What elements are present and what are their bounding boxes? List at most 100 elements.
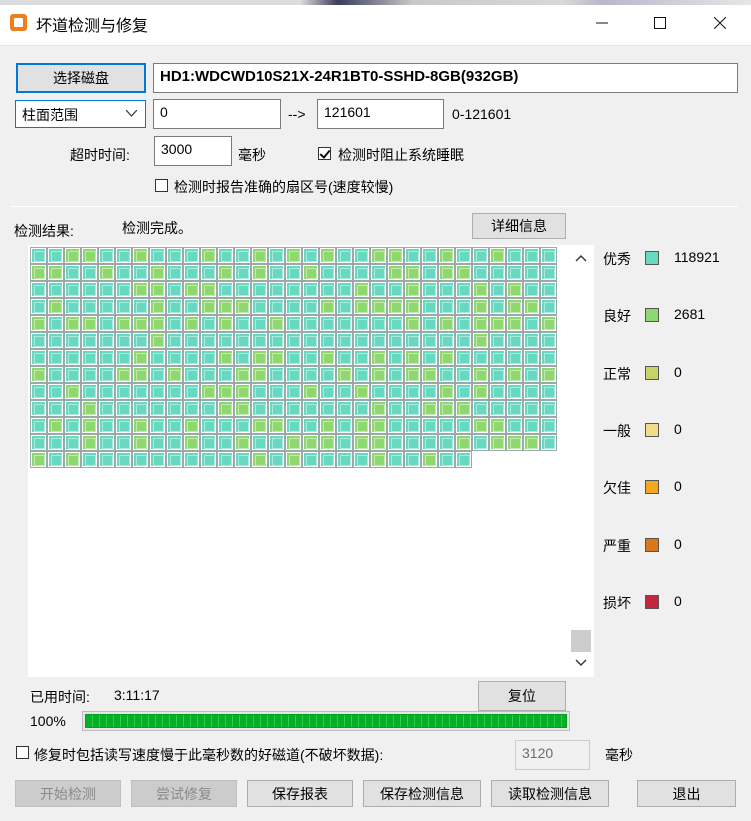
cylinder-block: [47, 264, 64, 281]
cylinder-block: [404, 298, 421, 315]
cylinder-block: [132, 417, 149, 434]
cylinder-block: [472, 417, 489, 434]
cylinder-block: [455, 400, 472, 417]
cylinder-block: [421, 383, 438, 400]
scroll-up-icon[interactable]: [575, 254, 587, 262]
cylinder-block: [183, 417, 200, 434]
cylinder-block: [81, 434, 98, 451]
scrollbar-thumb[interactable]: [571, 630, 591, 652]
cylinder-block: [302, 417, 319, 434]
cylinder-block: [81, 247, 98, 264]
prevent-sleep-checkbox[interactable]: [318, 147, 331, 160]
cylinder-block: [183, 349, 200, 366]
cylinder-block: [336, 349, 353, 366]
cylinder-block: [421, 400, 438, 417]
include-slow-checkbox[interactable]: [16, 746, 29, 759]
cylinder-block: [115, 383, 132, 400]
cylinder-block: [421, 332, 438, 349]
save-info-button[interactable]: 保存检测信息: [363, 780, 481, 807]
cylinder-block: [183, 434, 200, 451]
cylinder-block: [489, 417, 506, 434]
legend-swatch: [645, 537, 659, 552]
cylinder-block: [64, 281, 81, 298]
reset-button[interactable]: 复位: [478, 681, 566, 711]
try-repair-button[interactable]: 尝试修复: [131, 780, 237, 807]
cylinder-block: [421, 434, 438, 451]
range-start-input[interactable]: 0: [153, 99, 281, 129]
cylinder-block: [472, 298, 489, 315]
range-mode-select[interactable]: 柱面范围: [15, 100, 146, 128]
cylinder-block: [81, 400, 98, 417]
cylinder-block: [234, 264, 251, 281]
cylinder-block: [438, 366, 455, 383]
cylinder-block: [302, 264, 319, 281]
cylinder-block: [540, 315, 557, 332]
minimize-button[interactable]: [579, 6, 625, 40]
separator: [10, 206, 738, 207]
cylinder-block: [268, 417, 285, 434]
cylinder-block: [149, 434, 166, 451]
cylinder-block: [302, 247, 319, 264]
cylinder-block: [251, 383, 268, 400]
cylinder-block: [540, 264, 557, 281]
threshold-input[interactable]: 3120: [515, 740, 590, 770]
cylinder-block: [370, 417, 387, 434]
timeout-input[interactable]: 3000: [154, 136, 232, 166]
cylinder-block: [149, 315, 166, 332]
maximize-button[interactable]: [637, 6, 683, 40]
progress-bar: [82, 711, 570, 731]
cylinder-block: [64, 417, 81, 434]
cylinder-block: [370, 400, 387, 417]
cylinder-block: [166, 298, 183, 315]
cylinder-block: [132, 451, 149, 468]
cylinder-block: [251, 264, 268, 281]
close-button[interactable]: [697, 6, 743, 40]
cylinder-block: [30, 264, 47, 281]
cylinder-block: [540, 434, 557, 451]
cylinder-block: [438, 434, 455, 451]
cylinder-block: [387, 434, 404, 451]
cylinder-block: [506, 400, 523, 417]
cylinder-block: [47, 417, 64, 434]
scroll-down-icon[interactable]: [575, 659, 587, 667]
details-button[interactable]: 详细信息: [472, 213, 566, 239]
cylinder-block: [200, 315, 217, 332]
cylinder-block: [540, 366, 557, 383]
cylinder-block: [523, 281, 540, 298]
start-detect-button[interactable]: 开始检测: [15, 780, 121, 807]
cylinder-block: [455, 332, 472, 349]
exit-button[interactable]: 退出: [637, 780, 736, 807]
report-sector-checkbox[interactable]: [155, 179, 168, 192]
cylinder-block: [98, 451, 115, 468]
cylinder-block: [268, 298, 285, 315]
cylinder-block: [234, 451, 251, 468]
range-end-input[interactable]: 121601: [317, 99, 444, 129]
cylinder-block: [251, 451, 268, 468]
save-report-button[interactable]: 保存报表: [247, 780, 353, 807]
cylinder-block: [404, 281, 421, 298]
cylinder-block: [404, 451, 421, 468]
cylinder-block: [149, 332, 166, 349]
cylinder-block: [506, 349, 523, 366]
cylinder-block: [132, 400, 149, 417]
cylinder-block: [200, 247, 217, 264]
cylinder-block: [81, 281, 98, 298]
cylinder-block: [523, 332, 540, 349]
cylinder-block: [64, 366, 81, 383]
select-disk-button[interactable]: 选择磁盘: [16, 63, 146, 93]
cylinder-block: [455, 247, 472, 264]
cylinder-block: [268, 315, 285, 332]
cylinder-block: [200, 434, 217, 451]
cylinder-block: [234, 400, 251, 417]
cylinder-block: [353, 264, 370, 281]
cylinder-block: [404, 383, 421, 400]
cylinder-block: [149, 400, 166, 417]
load-info-button[interactable]: 读取检测信息: [491, 780, 609, 807]
cylinder-block: [506, 366, 523, 383]
cylinder-block: [336, 332, 353, 349]
cylinder-block: [149, 281, 166, 298]
cylinder-block: [523, 264, 540, 281]
cylinder-block: [30, 366, 47, 383]
cylinder-block: [438, 315, 455, 332]
cylinder-block: [166, 366, 183, 383]
